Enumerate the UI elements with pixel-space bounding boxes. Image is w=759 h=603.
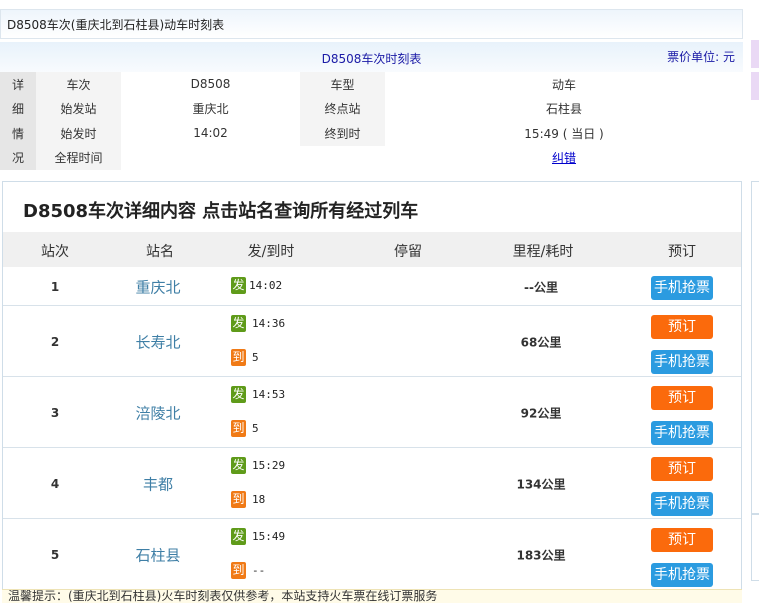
depart-tag-icon: 发	[231, 315, 246, 332]
stops-title: D8508车次详细内容 点击站名查询所有经过列车	[23, 201, 419, 222]
station-link[interactable]: 长寿北	[135, 331, 180, 352]
stop-number: 1	[50, 279, 60, 294]
table-row: 1 重庆北 --公里 发 14:02 手机抢票	[3, 267, 741, 306]
side-ad	[751, 72, 759, 100]
book-button[interactable]: 预订	[651, 528, 713, 552]
mobile-ticket-button[interactable]: 手机抢票	[651, 350, 713, 374]
station-link[interactable]: 涪陵北	[135, 402, 180, 423]
depart-time-value: 14:36	[252, 317, 286, 330]
info-value: 重庆北	[192, 102, 229, 117]
depart-time: 发 14:36	[231, 315, 285, 332]
arrive-tag-icon: 到	[231, 349, 246, 366]
arrive-tag-icon: 到	[231, 420, 246, 437]
depart-time-value: 14:53	[252, 388, 286, 401]
info-label: 始发时	[36, 121, 121, 146]
column-header: 站名	[146, 244, 174, 260]
table-row: 2 长寿北 68公里 发 14:36 到5 预订 手机抢票	[3, 306, 741, 377]
distance: 68公里	[520, 335, 562, 349]
book-button[interactable]: 预订	[651, 386, 713, 410]
info-label	[300, 146, 385, 171]
stops-panel: D8508车次详细内容 点击站名查询所有经过列车 站次 站名 发/到时 停留 里程/耗时…	[2, 181, 742, 590]
stop-duration: 到 18	[231, 491, 265, 508]
price-unit: 票价单位: 元	[667, 50, 735, 64]
info-value-text: 15:49 ( 当日 )	[524, 126, 604, 141]
table-row: 3 涪陵北 92公里 发 14:53 到5 预订 手机抢票	[3, 377, 741, 448]
info-label: 全程时间	[36, 145, 121, 170]
side-char: 详	[0, 72, 36, 97]
table-row: 5 石柱县 183公里 发 15:49 到 -- 预订 手机抢票	[3, 519, 741, 590]
book-button[interactable]: 预订	[651, 315, 713, 339]
depart-time: 发 14:02	[231, 277, 282, 294]
stop-duration-value: 5	[252, 422, 259, 435]
info-header: D8508车次时刻表 票价单位: 元	[0, 42, 743, 72]
info-label: 终到时	[300, 121, 385, 146]
depart-tag-icon: 发	[231, 277, 246, 294]
column-header: 预订	[668, 244, 696, 260]
column-header: 站次	[41, 244, 69, 260]
stop-duration: 到 --	[231, 562, 265, 579]
depart-time: 发 15:49	[231, 528, 285, 545]
side-panel	[751, 513, 759, 589]
side-char: 情	[0, 121, 36, 146]
depart-time: 发 14:53	[231, 386, 285, 403]
station-link[interactable]: 重庆北	[135, 276, 180, 297]
info-value: 动车	[385, 72, 743, 97]
stop-number: 4	[50, 476, 60, 491]
depart-time: 发 15:29	[231, 457, 285, 474]
depart-tag-icon: 发	[231, 457, 246, 474]
arrive-tag-icon: 到	[231, 562, 246, 579]
stop-duration-value: 18	[252, 493, 266, 506]
column-header: 发/到时	[247, 244, 295, 260]
info-value: 14:02	[193, 126, 228, 141]
column-header: 停留	[394, 244, 422, 260]
depart-time-value: 14:02	[249, 279, 283, 292]
distance: 183公里	[516, 548, 566, 562]
info-value-text: 动车	[551, 77, 576, 92]
info-value: D8508	[190, 77, 231, 92]
side-ad	[751, 40, 759, 68]
page-title: D8508车次(重庆北到石柱县)动车时刻表	[0, 9, 743, 39]
info-label: 终点站	[300, 96, 385, 121]
mobile-ticket-button[interactable]: 手机抢票	[651, 276, 713, 300]
stop-duration-value: 5	[252, 351, 259, 364]
stop-duration-value: --	[252, 564, 266, 577]
depart-tag-icon: 发	[231, 528, 246, 545]
stops-header: 站次 站名 发/到时 停留 里程/耗时 预订	[3, 232, 741, 267]
column-header: 里程/耗时	[512, 244, 574, 260]
stop-duration: 到5	[231, 420, 259, 437]
depart-time-value: 15:49	[252, 530, 286, 543]
correction-link[interactable]: 纠错	[385, 146, 743, 171]
notice: 温馨提示：(重庆北到石柱县)火车时刻表仅供参考，本站支持火车票在线订票服务	[2, 589, 742, 603]
correction-link-text[interactable]: 纠错	[552, 151, 576, 165]
info-value: 15:49 ( 当日 )	[385, 121, 743, 146]
mobile-ticket-button[interactable]: 手机抢票	[651, 421, 713, 445]
distance: 134公里	[516, 477, 566, 491]
side-char: 况	[0, 145, 36, 170]
station-link[interactable]: 丰都	[143, 473, 173, 494]
info-header-title: D8508车次时刻表	[321, 52, 422, 66]
info-label: 车次	[36, 72, 121, 97]
station-link[interactable]: 石柱县	[135, 544, 180, 565]
side-char: 细	[0, 96, 36, 121]
info-value: 石柱县	[385, 97, 743, 122]
arrive-tag-icon: 到	[231, 491, 246, 508]
info-value	[121, 146, 300, 171]
info-value-text: 石柱县	[545, 102, 582, 117]
distance: --公里	[524, 280, 558, 294]
train-info-table: 详 车次 D8508 车型 动车细 始发站 重庆北 终点站 石柱县情 始发时 1…	[0, 72, 743, 170]
book-button[interactable]: 预订	[651, 457, 713, 481]
stop-number: 5	[50, 547, 60, 562]
stop-number: 3	[50, 405, 60, 420]
mobile-ticket-button[interactable]: 手机抢票	[651, 563, 713, 587]
stop-duration: 到5	[231, 349, 259, 366]
mobile-ticket-button[interactable]: 手机抢票	[651, 492, 713, 516]
depart-time-value: 15:29	[252, 459, 286, 472]
info-label: 始发站	[36, 96, 121, 121]
table-row: 4 丰都 134公里 发 15:29 到 18 预订 手机抢票	[3, 448, 741, 519]
depart-tag-icon: 发	[231, 386, 246, 403]
stop-number: 2	[50, 334, 60, 349]
distance: 92公里	[520, 406, 562, 420]
info-label: 车型	[300, 72, 385, 97]
